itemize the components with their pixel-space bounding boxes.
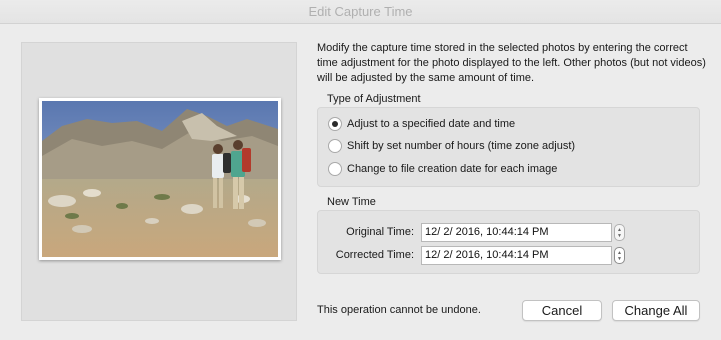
radio-button[interactable] xyxy=(328,162,342,176)
original-time-stepper-icon[interactable]: ▲ ▼ xyxy=(614,224,625,241)
radio-selected-dot xyxy=(332,121,338,127)
radio-label: Adjust to a specified date and time xyxy=(347,118,516,130)
adjustment-group-title: Type of Adjustment xyxy=(327,93,421,105)
radio-button[interactable] xyxy=(328,139,342,153)
corrected-time-field[interactable]: 12/ 2/ 2016, 10:44:14 PM xyxy=(421,246,612,265)
change-all-button[interactable]: Change All xyxy=(612,300,700,321)
photo-preview-panel xyxy=(21,42,297,321)
photo-thumbnail xyxy=(39,98,281,260)
radio-label: Change to file creation date for each im… xyxy=(347,163,558,175)
radio-file-creation-date[interactable]: Change to file creation date for each im… xyxy=(328,160,557,178)
radio-button[interactable] xyxy=(328,117,342,131)
radio-adjust-specified[interactable]: Adjust to a specified date and time xyxy=(328,115,515,133)
original-time-label: Original Time: xyxy=(346,226,414,238)
corrected-time-label: Corrected Time: xyxy=(335,249,414,261)
undo-warning-text: This operation cannot be undone. xyxy=(317,304,481,316)
radio-label: Shift by set number of hours (time zone … xyxy=(347,140,576,152)
description-text: Modify the capture time stored in the se… xyxy=(317,42,706,84)
corrected-time-stepper-icon[interactable]: ▲ ▼ xyxy=(614,247,625,264)
adjustment-group: Adjust to a specified date and time Shif… xyxy=(317,107,700,187)
stepper-down-icon[interactable]: ▼ xyxy=(617,256,622,262)
stepper-down-icon[interactable]: ▼ xyxy=(617,233,622,239)
window-title: Edit Capture Time xyxy=(0,0,721,24)
radio-shift-hours[interactable]: Shift by set number of hours (time zone … xyxy=(328,137,575,155)
cancel-button[interactable]: Cancel xyxy=(522,300,602,321)
photo-image xyxy=(42,101,278,257)
new-time-group-title: New Time xyxy=(327,196,376,208)
original-time-field[interactable]: 12/ 2/ 2016, 10:44:14 PM xyxy=(421,223,612,242)
